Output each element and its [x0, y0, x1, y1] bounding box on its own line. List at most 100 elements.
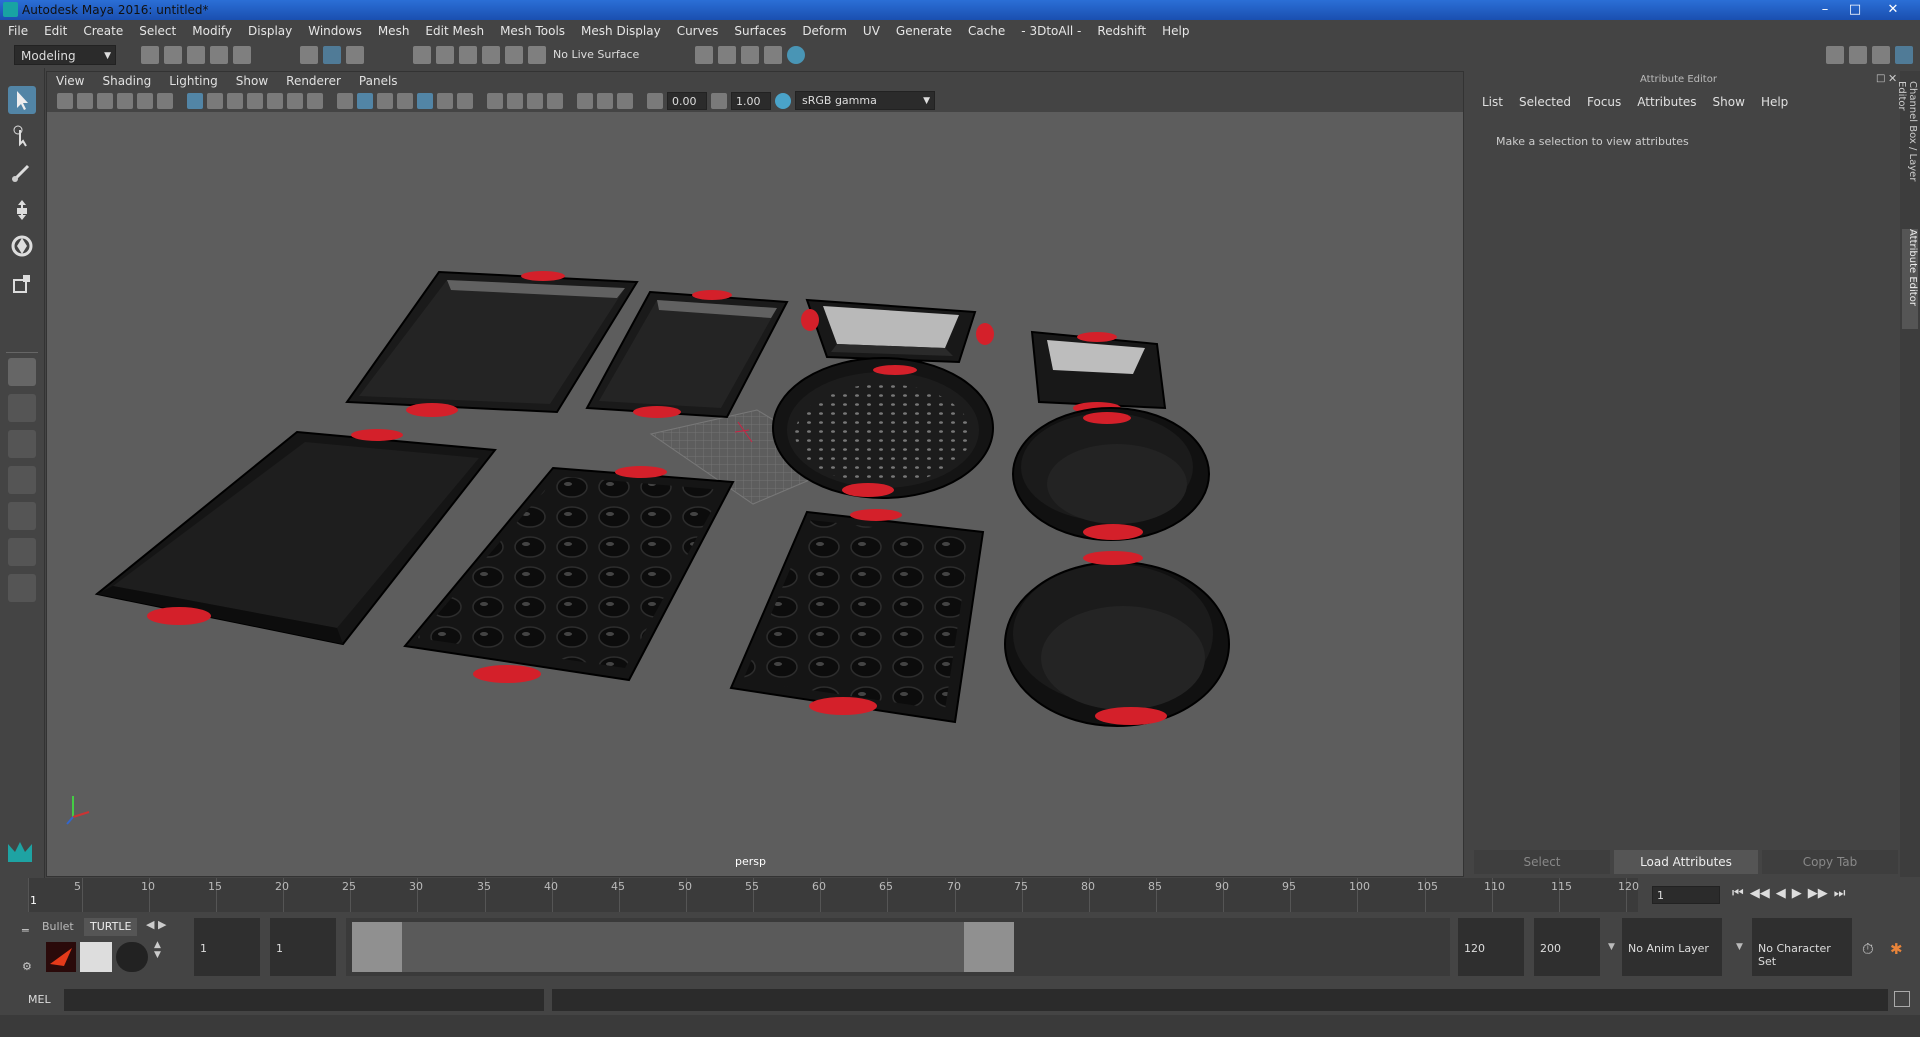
muffin-tin-12-cup[interactable] [729, 509, 985, 724]
gate-mask-icon[interactable] [247, 93, 263, 109]
chevron-down-icon[interactable]: ▼ [1736, 942, 1743, 952]
viewport-panel[interactable]: View Shading Lighting Show Renderer Pane… [46, 71, 1464, 877]
range-fill[interactable] [402, 922, 964, 972]
perforated-pizza-pan[interactable] [772, 357, 994, 499]
maya-home-icon[interactable] [6, 838, 34, 864]
select-component-icon[interactable] [346, 46, 364, 64]
attr-menu-help[interactable]: Help [1761, 95, 1788, 109]
shelf-collapse-icon[interactable]: ═ [22, 924, 29, 937]
color-management-icon[interactable] [775, 93, 791, 109]
turtle-render-icon[interactable] [46, 942, 76, 972]
step-back-key-icon[interactable]: ◀◀ [1750, 886, 1770, 901]
menu-3dtoall[interactable]: - 3DtoAll - [1013, 24, 1089, 38]
step-forward-key-icon[interactable]: ▶▶ [1808, 886, 1828, 901]
anti-aliasing-icon[interactable] [507, 93, 523, 109]
gamma-field[interactable]: 1.00 [731, 92, 771, 110]
outliner-persp-layout-icon[interactable] [8, 466, 36, 494]
command-language-label[interactable]: MEL [28, 993, 51, 1006]
safe-action-icon[interactable] [287, 93, 303, 109]
select-object-icon[interactable] [323, 46, 341, 64]
open-scene-icon[interactable] [164, 46, 182, 64]
attr-menu-show[interactable]: Show [1713, 95, 1745, 109]
lasso-tool-icon[interactable] [8, 122, 36, 150]
snap-surface-icon[interactable] [505, 46, 523, 64]
viewport-menu-show[interactable]: Show [227, 74, 277, 88]
mode-dropdown[interactable]: Modeling ▼ [14, 45, 116, 65]
maximize-icon[interactable]: □ [1842, 1, 1868, 18]
menu-redshift[interactable]: Redshift [1089, 24, 1154, 38]
chevron-down-icon[interactable]: ▼ [1608, 942, 1615, 952]
attr-menu-attributes[interactable]: Attributes [1637, 95, 1696, 109]
menu-mesh-tools[interactable]: Mesh Tools [492, 24, 573, 38]
wireframe-icon[interactable] [337, 93, 353, 109]
menu-display[interactable]: Display [240, 24, 300, 38]
rotate-tool-icon[interactable] [8, 232, 36, 260]
resolution-gate-icon[interactable] [227, 93, 243, 109]
attr-menu-list[interactable]: List [1482, 95, 1503, 109]
anim-layer-dropdown[interactable]: No Anim Layer [1622, 918, 1722, 976]
isolate-select-icon[interactable] [547, 93, 563, 109]
film-gate-icon[interactable] [207, 93, 223, 109]
time-ruler[interactable]: 5 10 15 20 25 30 35 40 45 50 55 60 65 70 75 80 85 90 95 100… [28, 878, 1639, 912]
more-layouts-icon[interactable] [8, 574, 36, 602]
menu-create[interactable]: Create [75, 24, 131, 38]
render-current-icon[interactable] [695, 46, 713, 64]
start-frame-field[interactable]: 1 [194, 918, 260, 976]
anim-start-field[interactable]: 1 [270, 918, 336, 976]
minimize-icon[interactable]: – [1812, 1, 1838, 18]
menu-curves[interactable]: Curves [669, 24, 727, 38]
range-track[interactable]: 1 120 [346, 918, 1450, 976]
outliner-icon[interactable] [1849, 46, 1867, 64]
render-settings-icon[interactable] [741, 46, 759, 64]
time-slider[interactable]: 5 10 15 20 25 30 35 40 45 50 55 60 65 70 75 80 85 90 95 100… [0, 878, 1920, 912]
viewport-menu-lighting[interactable]: Lighting [160, 74, 227, 88]
menu-edit[interactable]: Edit [36, 24, 75, 38]
shadows-icon[interactable] [437, 93, 453, 109]
gamma-icon[interactable] [711, 93, 727, 109]
viewport-menu-view[interactable]: View [47, 74, 93, 88]
menu-surfaces[interactable]: Surfaces [726, 24, 794, 38]
go-to-start-icon[interactable]: ⏮ [1732, 886, 1744, 901]
loaf-pan-right[interactable] [1030, 330, 1167, 414]
menu-modify[interactable]: Modify [184, 24, 240, 38]
backface-culling-icon[interactable] [617, 93, 633, 109]
menu-edit-mesh[interactable]: Edit Mesh [417, 24, 492, 38]
menu-file[interactable]: File [0, 24, 36, 38]
redo-icon[interactable] [233, 46, 251, 64]
four-view-layout-icon[interactable] [8, 394, 36, 422]
range-start-handle[interactable] [352, 922, 402, 972]
round-cake-pan-large[interactable] [1004, 551, 1230, 727]
load-attributes-button[interactable]: Load Attributes [1614, 850, 1758, 874]
menu-windows[interactable]: Windows [300, 24, 370, 38]
channel-box-icon[interactable] [1895, 46, 1913, 64]
anim-end-field[interactable]: 120 [1458, 918, 1524, 976]
single-view-layout-icon[interactable] [8, 358, 36, 386]
exposure-icon[interactable] [647, 93, 663, 109]
menu-cache[interactable]: Cache [960, 24, 1013, 38]
two-d-pan-icon[interactable] [137, 93, 153, 109]
xray-components-icon[interactable] [597, 93, 613, 109]
copy-tab-button[interactable]: Copy Tab [1762, 850, 1898, 874]
animation-preferences-icon[interactable]: ✱ [1890, 940, 1903, 958]
tool-settings-icon[interactable] [1872, 46, 1890, 64]
shelf-scroll-arrows-icon[interactable]: ▲ ▼ [154, 940, 161, 960]
xray-joints-icon[interactable] [577, 93, 593, 109]
textured-icon[interactable] [397, 93, 413, 109]
render-view-icon[interactable] [787, 46, 805, 64]
undo-icon[interactable] [210, 46, 228, 64]
character-set-dropdown[interactable]: No Character Set [1752, 918, 1852, 976]
motion-blur-icon[interactable] [487, 93, 503, 109]
shelf-scroll-icon[interactable]: ◀ ▶ [146, 918, 166, 931]
step-back-frame-icon[interactable]: ◀ [1776, 886, 1786, 901]
float-panel-icon[interactable]: □ [1876, 73, 1885, 84]
go-to-end-icon[interactable]: ⏭ [1834, 886, 1846, 901]
camera-attributes-icon[interactable] [77, 93, 93, 109]
ambient-occlusion-icon[interactable] [457, 93, 473, 109]
current-frame-field[interactable]: 1 [1652, 886, 1720, 904]
scene-canvas[interactable] [47, 112, 1463, 852]
move-tool-icon[interactable] [8, 196, 36, 224]
save-scene-icon[interactable] [187, 46, 205, 64]
ipr-render-icon[interactable] [718, 46, 736, 64]
attribute-editor-tab[interactable]: Attribute Editor [1902, 229, 1918, 329]
paint-select-icon[interactable] [8, 158, 36, 186]
